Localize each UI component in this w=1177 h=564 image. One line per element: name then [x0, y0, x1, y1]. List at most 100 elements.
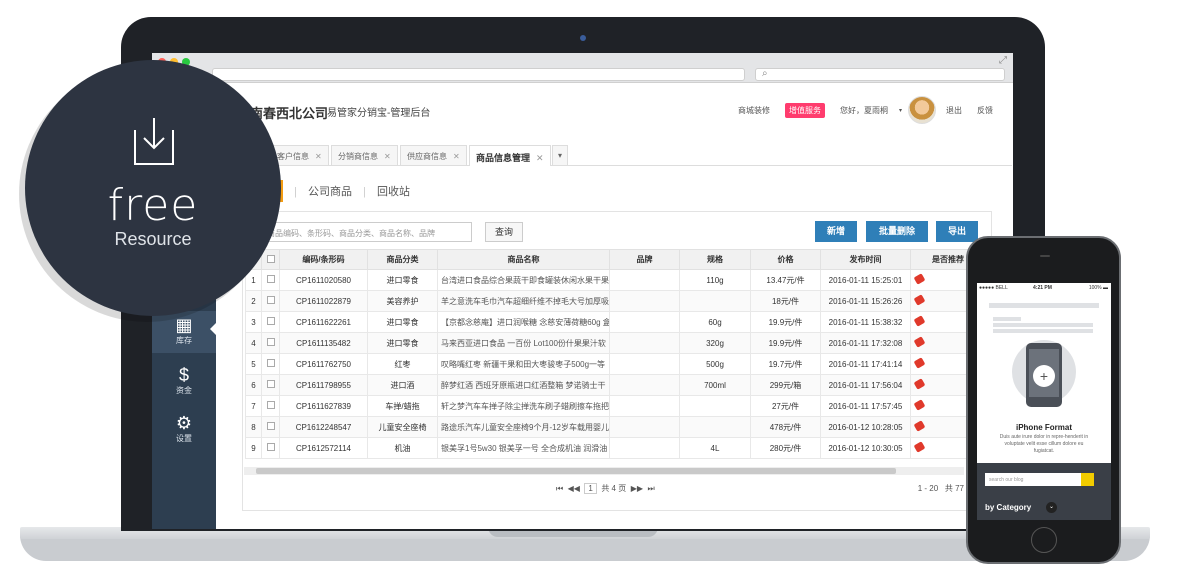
- table-row[interactable]: 6 CP1611798955 进口酒 醉梦红酒 西班牙原瓶进口红酒整箱 梦诺骑士干 70…: [245, 374, 986, 396]
- sidebar-item-funds[interactable]: $ 资金: [152, 361, 216, 401]
- cell-code: CP1611798955: [279, 374, 368, 396]
- mall-decor-link[interactable]: 商城装修: [738, 105, 770, 116]
- tag-icon[interactable]: [914, 399, 926, 411]
- browser-search[interactable]: ⌕: [755, 68, 1005, 81]
- phone-placeholder-bar: [993, 323, 1093, 327]
- phone-search-input[interactable]: search our blog: [985, 473, 1081, 486]
- close-icon[interactable]: ✕: [536, 153, 544, 163]
- table-row[interactable]: 5 CP1611762750 红枣 叹略嘴红枣 新疆干果和田大枣骏枣子500g一等 50…: [245, 353, 986, 375]
- sidebar-item-settings[interactable]: ⚙ 设置: [152, 409, 216, 449]
- close-icon[interactable]: ✕: [384, 152, 391, 161]
- tab-goods-info[interactable]: 商品信息管理 ✕: [469, 145, 551, 166]
- table-row[interactable]: 1 CP1611020580 进口零食 台湾进口食品综合果蔬干即食罐装休闲水果干果 11…: [245, 269, 986, 291]
- feedback-link[interactable]: 反馈: [977, 105, 993, 116]
- tag-icon[interactable]: [914, 357, 926, 369]
- col-spec[interactable]: 规格: [679, 249, 751, 270]
- badge-resource-text: Resource: [114, 229, 192, 249]
- cell-name: 银美孚1号5w30 银美孚一号 全合成机油 润滑油: [437, 437, 610, 459]
- select-all-checkbox[interactable]: [261, 249, 280, 270]
- row-checkbox[interactable]: [261, 374, 280, 396]
- search-input[interactable]: 商品编码、条形码、商品分类、商品名称、品牌: [262, 222, 472, 242]
- table-row[interactable]: 9 CP1612572114 机油 银美孚1号5w30 银美孚一号 全合成机油 润滑油…: [245, 437, 986, 459]
- cell-category: 车掸/蜡拖: [367, 395, 438, 417]
- row-checkbox[interactable]: [261, 416, 280, 438]
- plus-icon[interactable]: +: [1033, 365, 1055, 387]
- col-time[interactable]: 发布时间: [820, 249, 911, 270]
- last-page-button[interactable]: ⏭: [647, 484, 654, 493]
- cell-category: 进口酒: [367, 374, 438, 396]
- chevron-down-icon[interactable]: ⌄: [1046, 502, 1057, 513]
- row-checkbox[interactable]: [261, 395, 280, 417]
- export-button[interactable]: 导出: [936, 221, 978, 242]
- chevron-down-icon: ▾: [558, 151, 563, 160]
- col-category[interactable]: 商品分类: [367, 249, 438, 270]
- row-checkbox[interactable]: [261, 353, 280, 375]
- cell-price: 280元/件: [750, 437, 821, 459]
- tag-icon[interactable]: [914, 441, 926, 453]
- subnav-recycle-bin[interactable]: 回收站: [377, 186, 410, 198]
- tag-icon[interactable]: [914, 336, 926, 348]
- cell-spec: 4L: [679, 437, 751, 459]
- phone-home-button[interactable]: [1031, 527, 1057, 553]
- phone-placeholder-bar: [989, 303, 1099, 308]
- close-icon[interactable]: ✕: [453, 152, 460, 161]
- table-row[interactable]: 4 CP1611135482 进口零食 马来西亚进口食品 一百份 Lot100份什果果…: [245, 332, 986, 354]
- user-greeting[interactable]: 您好，夏雨桐: [840, 105, 888, 116]
- sidebar: ▦ 库存 $ 资金 ⚙ 设置: [152, 291, 216, 529]
- table-row[interactable]: 2 CP1611022879 美容养护 羊之意洗车毛巾汽车超细纤维不掉毛大号加厚吸 18…: [245, 290, 986, 312]
- total-pages: 共 4 页: [601, 484, 627, 493]
- cell-brand: [609, 290, 680, 312]
- row-checkbox[interactable]: [261, 311, 280, 333]
- table-header: 编码/条形码 商品分类 商品名称 品牌 规格 价格 发布时间 是否推荐: [245, 249, 986, 270]
- row-checkbox[interactable]: [261, 437, 280, 459]
- tab-more-dropdown[interactable]: ▾: [552, 145, 569, 165]
- chevron-down-icon[interactable]: ▾: [899, 107, 902, 114]
- cell-name: 马来西亚进口食品 一百份 Lot100份什果果汁软: [437, 332, 610, 354]
- avatar[interactable]: [908, 96, 936, 124]
- row-checkbox[interactable]: [261, 269, 280, 291]
- logout-link[interactable]: 退出: [946, 105, 962, 116]
- col-code[interactable]: 编码/条形码: [279, 249, 368, 270]
- expand-icon[interactable]: ⤢: [999, 55, 1007, 66]
- query-button[interactable]: 查询: [485, 222, 523, 242]
- tab-distributor[interactable]: 分销商信息 ✕: [331, 145, 398, 165]
- subnav-company-goods[interactable]: 公司商品: [308, 186, 352, 198]
- next-page-button[interactable]: ▶▶: [631, 484, 643, 493]
- col-price[interactable]: 价格: [750, 249, 821, 270]
- row-checkbox[interactable]: [261, 290, 280, 312]
- col-name[interactable]: 商品名称: [437, 249, 610, 270]
- phone-placeholder-bar: [993, 317, 1021, 321]
- vip-service-badge[interactable]: 增值服务: [785, 103, 825, 118]
- cell-price: 19.7元/件: [750, 353, 821, 375]
- prev-page-button[interactable]: ◀◀: [568, 484, 580, 493]
- address-bar[interactable]: [212, 68, 745, 81]
- cell-category: 进口零食: [367, 269, 438, 291]
- horizontal-scrollbar[interactable]: [244, 467, 964, 475]
- tab-customer[interactable]: 客户信息 ✕: [270, 145, 329, 165]
- col-brand[interactable]: 品牌: [609, 249, 680, 270]
- page-input[interactable]: 1: [584, 483, 597, 494]
- row-index: 5: [245, 353, 262, 375]
- close-icon[interactable]: ✕: [315, 152, 322, 161]
- scroll-thumb[interactable]: [256, 468, 896, 474]
- cell-code: CP1611762750: [279, 353, 368, 375]
- first-page-button[interactable]: ⏮: [556, 484, 563, 493]
- tag-icon[interactable]: [914, 420, 926, 432]
- row-index: 6: [245, 374, 262, 396]
- batch-delete-button[interactable]: 批量删除: [866, 221, 928, 242]
- row-checkbox[interactable]: [261, 332, 280, 354]
- tag-icon[interactable]: [914, 294, 926, 306]
- table-row[interactable]: 8 CP1612248547 儿童安全座椅 路途乐汽车儿童安全座椅9个月-12岁车载用…: [245, 416, 986, 438]
- cell-spec: 500g: [679, 353, 751, 375]
- tag-icon[interactable]: [914, 315, 926, 327]
- phone-category-label[interactable]: by Category: [985, 503, 1031, 512]
- add-button[interactable]: 新增: [815, 221, 857, 242]
- tag-icon[interactable]: [914, 273, 926, 285]
- cell-time: 2016-01-11 15:38:32: [820, 311, 911, 333]
- phone-speaker: [1040, 255, 1050, 257]
- tag-icon[interactable]: [914, 378, 926, 390]
- table-row[interactable]: 3 CP1611622261 进口零食 【京都念慈庵】进口润喉糖 念慈安薄荷糖60g …: [245, 311, 986, 333]
- phone-search-button[interactable]: [1081, 473, 1094, 486]
- tab-supplier[interactable]: 供应商信息 ✕: [400, 145, 467, 165]
- table-row[interactable]: 7 CP1611627839 车掸/蜡拖 轩之梦汽车车掸子除尘掸洗车刷子蜡刷擦车拖把车…: [245, 395, 986, 417]
